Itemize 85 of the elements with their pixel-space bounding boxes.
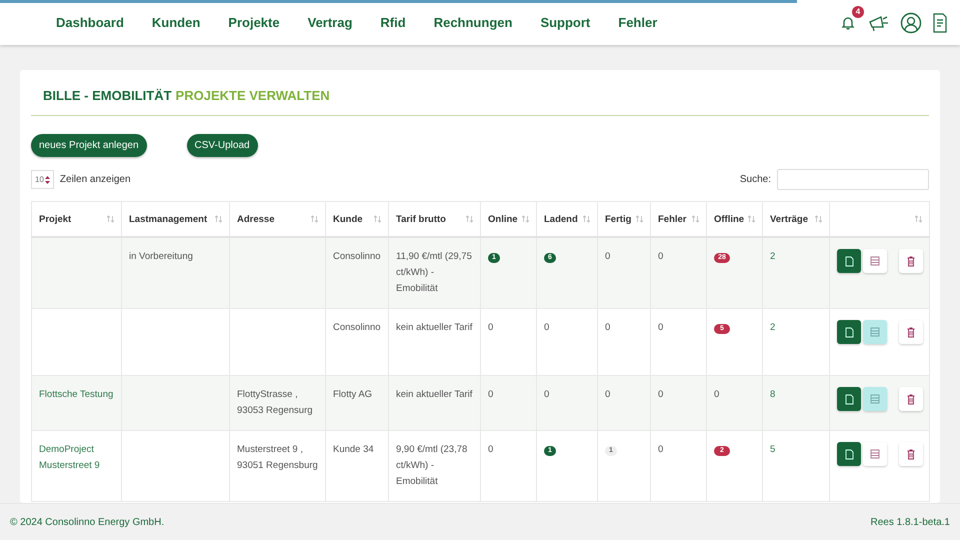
contracts-link[interactable]: 2: [770, 320, 824, 336]
bell-icon: [840, 14, 856, 30]
table-cell: 0: [488, 389, 494, 400]
table-cell: 0: [714, 389, 720, 400]
nav-link[interactable]: Rfid: [366, 15, 420, 30]
sort-icon: [583, 215, 590, 223]
delete-button[interactable]: [899, 320, 923, 344]
table-cell: 0: [658, 251, 664, 262]
nav-link[interactable]: Rechnungen: [420, 15, 526, 30]
table-cell: 0: [544, 322, 550, 333]
sort-icon: [748, 215, 755, 223]
table-cell: 0: [658, 322, 664, 333]
copyright-text: © 2024 Consolinno Energy GmbH.: [10, 516, 164, 528]
table-cell: 0: [658, 444, 664, 455]
sort-caret-icon: [44, 176, 50, 184]
page-size-label: Zeilen anzeigen: [60, 174, 131, 185]
list-icon: [870, 449, 880, 459]
table-cell: Consolinno: [333, 322, 381, 333]
table-cell: FlottyStrasse , 93053 Regensurg: [237, 389, 313, 416]
page-size-select[interactable]: 10: [31, 170, 54, 189]
contracts-link[interactable]: 5: [770, 442, 824, 458]
table-cell: Flotty AG: [333, 389, 372, 400]
action-button[interactable]: CSV-Upload: [186, 134, 258, 157]
document-icon[interactable]: [932, 12, 948, 32]
sort-icon: [466, 215, 473, 223]
sort-icon: [522, 215, 529, 223]
list-button[interactable]: [863, 249, 887, 273]
table-cell: 0: [605, 389, 610, 400]
action-button[interactable]: neues Projekt anlegen: [31, 134, 147, 157]
delete-button[interactable]: [899, 249, 923, 273]
sort-icon: [311, 215, 318, 223]
user-icon[interactable]: [900, 12, 922, 34]
page-subtitle: PROJEKTE VERWALTEN: [176, 88, 330, 103]
table-cell: kein aktueller Tarif: [396, 389, 472, 400]
sort-icon: [215, 215, 222, 223]
nav-link[interactable]: Projekte: [214, 15, 294, 30]
list-icon: [870, 256, 880, 266]
page-title: BILLE - EMOBILITÄT: [43, 88, 172, 103]
table-cell: 11,90 €/mtl (29,75 ct/kWh) - Emobilität: [396, 251, 472, 294]
megaphone-icon[interactable]: [868, 14, 890, 32]
nav-link[interactable]: Fehler: [604, 15, 672, 30]
table-cell: 0: [658, 389, 664, 400]
document-button[interactable]: [837, 249, 861, 273]
file-icon: [844, 256, 854, 266]
list-button[interactable]: [863, 442, 887, 466]
nav-link[interactable]: Support: [526, 15, 604, 30]
trash-icon: [907, 394, 915, 404]
nav-link[interactable]: Vertrag: [294, 15, 366, 30]
table-cell: kein aktueller Tarif: [396, 322, 472, 333]
list-icon: [870, 327, 880, 337]
sort-icon: [815, 215, 822, 223]
trash-icon: [907, 326, 915, 338]
trash-icon: [907, 256, 915, 266]
sort-icon: [374, 215, 381, 223]
document-button[interactable]: [837, 320, 861, 344]
sort-icon: [692, 215, 699, 223]
table-cell: in Vorbereitung: [129, 251, 193, 262]
table-cell: 0: [488, 444, 494, 455]
sort-icon: [915, 215, 922, 223]
sort-icon: [107, 215, 114, 223]
search-label: Suche:: [740, 174, 771, 185]
list-icon: [870, 394, 880, 404]
trash-icon: [907, 448, 915, 460]
contracts-link[interactable]: 2: [770, 249, 824, 265]
delete-button[interactable]: [899, 387, 923, 411]
document-button[interactable]: [837, 387, 861, 411]
search-field[interactable]: [777, 169, 929, 190]
sort-icon: [636, 215, 643, 223]
table-cell: 0: [605, 251, 610, 262]
version-text: Rees 1.8.1-beta.1: [870, 516, 950, 528]
table-cell: Consolinno: [333, 251, 381, 262]
table-cell: 0: [544, 389, 550, 400]
table-cell: 0: [488, 322, 494, 333]
table-cell: Kunde 34: [333, 444, 374, 455]
nav-link[interactable]: Dashboard: [42, 15, 138, 30]
delete-button[interactable]: [899, 442, 923, 466]
nav-link[interactable]: Kunden: [138, 15, 214, 30]
document-button[interactable]: [837, 442, 861, 466]
table-cell: 0: [605, 322, 610, 333]
notification-badge: 4: [852, 6, 864, 18]
file-icon: [844, 394, 854, 404]
file-icon: [844, 448, 854, 460]
file-icon: [844, 326, 854, 338]
table-cell: 9,90 €/mtl (23,78 ct/kWh) - Emobilität: [396, 444, 468, 487]
table-cell: Musterstreet 9 , 93051 Regensburg: [237, 444, 318, 471]
